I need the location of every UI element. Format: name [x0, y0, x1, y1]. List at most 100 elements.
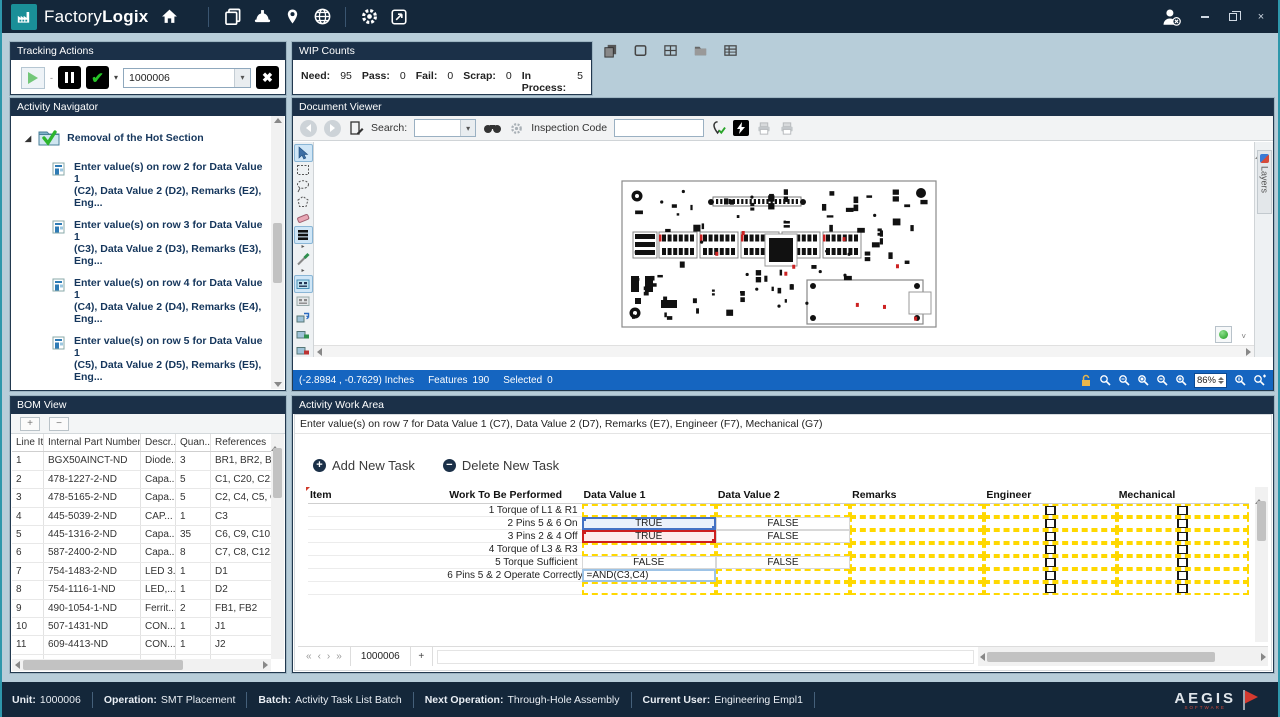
- zoom-out-icon[interactable]: [1156, 374, 1168, 386]
- canvas-hscrollbar[interactable]: [314, 345, 1254, 357]
- operator-hardhat-icon[interactable]: [247, 4, 277, 30]
- mechanical-cell[interactable]: [1117, 582, 1249, 595]
- task-item-cell[interactable]: [308, 582, 447, 595]
- remarks-cell[interactable]: [850, 556, 984, 569]
- bom-row[interactable]: 3478-5165-2-NDCapa...5C2, C4, C5, C24, C…: [12, 489, 271, 507]
- bom-col-part-number[interactable]: Internal Part Number: [44, 434, 141, 451]
- polygon-select-icon[interactable]: [294, 194, 313, 210]
- mechanical-checkbox[interactable]: [1177, 518, 1188, 529]
- pause-tracking-button[interactable]: [58, 66, 81, 89]
- activity-task-item[interactable]: Enter value(s) on row 3 for Data Value 1…: [11, 214, 271, 272]
- navigator-scrollbar[interactable]: [271, 116, 284, 389]
- data-export-icon[interactable]: [384, 4, 414, 30]
- board-flip-icon[interactable]: [294, 309, 313, 325]
- zoom-100-icon[interactable]: [1118, 374, 1130, 386]
- mechanical-cell[interactable]: [1117, 504, 1249, 517]
- engineer-cell[interactable]: [984, 543, 1116, 556]
- engineer-checkbox[interactable]: [1045, 531, 1056, 542]
- data-value-1-cell[interactable]: FALSE: [582, 556, 716, 569]
- documents-icon[interactable]: [217, 4, 247, 30]
- measure-tool-icon[interactable]: [294, 251, 313, 267]
- task-item-cell[interactable]: [308, 569, 447, 582]
- pin-check-icon[interactable]: [711, 120, 726, 136]
- activity-task-item[interactable]: Enter value(s) on row 4 for Data Value 1…: [11, 272, 271, 330]
- work-to-be-performed-cell[interactable]: 3 Pins 2 & 4 Off: [447, 530, 581, 543]
- data-value-1-cell[interactable]: [582, 504, 716, 517]
- engineer-checkbox[interactable]: [1045, 518, 1056, 529]
- globe-icon[interactable]: [307, 4, 337, 30]
- task-item-cell[interactable]: [308, 504, 447, 517]
- bom-row[interactable]: 10507-1431-NDCON...1J1: [12, 618, 271, 636]
- bom-row[interactable]: 2478-1227-2-NDCapa...5C1, C20, C21, C22,: [12, 471, 271, 489]
- mechanical-cell[interactable]: [1117, 543, 1249, 556]
- activity-task-item[interactable]: Enter value(s) on row 6 for Data Value 1…: [11, 388, 271, 389]
- bom-row[interactable]: 1BGX50AINCT-NDDiode...3BR1, BR2, BR3: [12, 452, 271, 470]
- workarea-vscrollbar[interactable]: [1255, 487, 1268, 642]
- bom-row[interactable]: 9490-1054-1-NDFerrit...2FB1, FB2: [12, 600, 271, 618]
- remarks-cell[interactable]: [850, 569, 984, 582]
- bom-row[interactable]: 7754-1483-2-NDLED 3...1D1: [12, 563, 271, 581]
- task-item-cell[interactable]: [308, 530, 447, 543]
- bom-collapse-button[interactable]: −: [49, 417, 69, 431]
- remarks-cell[interactable]: [850, 543, 984, 556]
- view-options-button[interactable]: [1215, 326, 1232, 343]
- data-value-2-cell[interactable]: FALSE: [716, 517, 850, 530]
- mechanical-cell[interactable]: [1117, 530, 1249, 543]
- work-to-be-performed-cell[interactable]: 5 Torque Sufficient: [447, 556, 581, 569]
- document-edit-icon[interactable]: [348, 120, 364, 136]
- mechanical-cell[interactable]: [1117, 569, 1249, 582]
- bom-col-references[interactable]: References: [211, 434, 271, 451]
- data-value-2-cell[interactable]: [716, 569, 850, 582]
- engineer-checkbox[interactable]: [1045, 583, 1056, 594]
- data-value-2-cell[interactable]: [716, 504, 850, 517]
- remarks-cell[interactable]: [850, 517, 984, 530]
- engineer-cell[interactable]: [984, 569, 1116, 582]
- frame-icon[interactable]: [632, 42, 649, 59]
- sheet-tab-1000006[interactable]: 1000006: [350, 647, 411, 666]
- add-sheet-button[interactable]: +: [411, 647, 433, 666]
- close-button[interactable]: ×: [1252, 9, 1270, 25]
- work-to-be-performed-cell[interactable]: 4 Torque of L3 & R3: [447, 543, 581, 556]
- work-to-be-performed-cell[interactable]: [447, 582, 581, 595]
- zoom-in-icon[interactable]: [1175, 374, 1187, 386]
- work-to-be-performed-cell[interactable]: 1 Torque of L1 & R1: [447, 504, 581, 517]
- bom-row[interactable]: 4445-5039-2-NDCAP...1C3: [12, 508, 271, 526]
- bom-row[interactable]: 11609-4413-NDCON...1J2: [12, 636, 271, 654]
- board-export-icon[interactable]: [294, 325, 313, 341]
- engineer-cell[interactable]: [984, 530, 1116, 543]
- board-bottom-view-icon[interactable]: [294, 293, 313, 309]
- remarks-cell[interactable]: [850, 582, 984, 595]
- select-dropdown-icon[interactable]: ▾: [460, 120, 475, 136]
- zoom-all-icon[interactable]: [1253, 374, 1267, 386]
- lasso-select-icon[interactable]: [294, 178, 313, 194]
- zoom-selection-icon[interactable]: [1234, 374, 1246, 386]
- bom-row[interactable]: 6587-2400-2-NDCapa...8C7, C8, C12, C14, …: [12, 544, 271, 562]
- tool-dropdown-arrow[interactable]: ▸: [301, 244, 304, 251]
- bom-vscrollbar[interactable]: [271, 434, 284, 659]
- search-select[interactable]: ▾: [414, 119, 476, 137]
- bom-expand-button[interactable]: +: [20, 417, 40, 431]
- eraser-icon[interactable]: [294, 210, 313, 226]
- copy-pages-icon[interactable]: [602, 42, 619, 59]
- bom-col-description[interactable]: Descr...: [141, 434, 176, 451]
- remarks-cell[interactable]: [850, 530, 984, 543]
- minimize-button[interactable]: [1196, 9, 1214, 25]
- expand-arrow-icon[interactable]: ◢: [25, 134, 31, 143]
- lock-zoom-icon[interactable]: [1080, 374, 1092, 387]
- mechanical-checkbox[interactable]: [1177, 505, 1188, 516]
- select-pointer-icon[interactable]: [294, 144, 313, 162]
- delete-new-task-button[interactable]: −Delete New Task: [443, 458, 559, 473]
- task-item-cell[interactable]: [308, 556, 447, 569]
- data-value-2-cell[interactable]: [716, 582, 850, 595]
- board-top-view-icon[interactable]: [294, 275, 313, 293]
- print-preview-icon[interactable]: [779, 121, 795, 136]
- data-value-2-cell[interactable]: [716, 543, 850, 556]
- inspection-code-input[interactable]: [614, 119, 704, 137]
- zoom-fit-icon[interactable]: [1137, 374, 1149, 386]
- defect-entry-icon[interactable]: [733, 120, 749, 136]
- cancel-tracking-button[interactable]: ✖: [256, 66, 279, 89]
- data-value-1-cell[interactable]: [582, 582, 716, 595]
- data-value-1-cell[interactable]: TRUE: [582, 530, 716, 543]
- layers-tool-icon[interactable]: [294, 226, 313, 244]
- workarea-hscrollbar[interactable]: [978, 647, 1268, 666]
